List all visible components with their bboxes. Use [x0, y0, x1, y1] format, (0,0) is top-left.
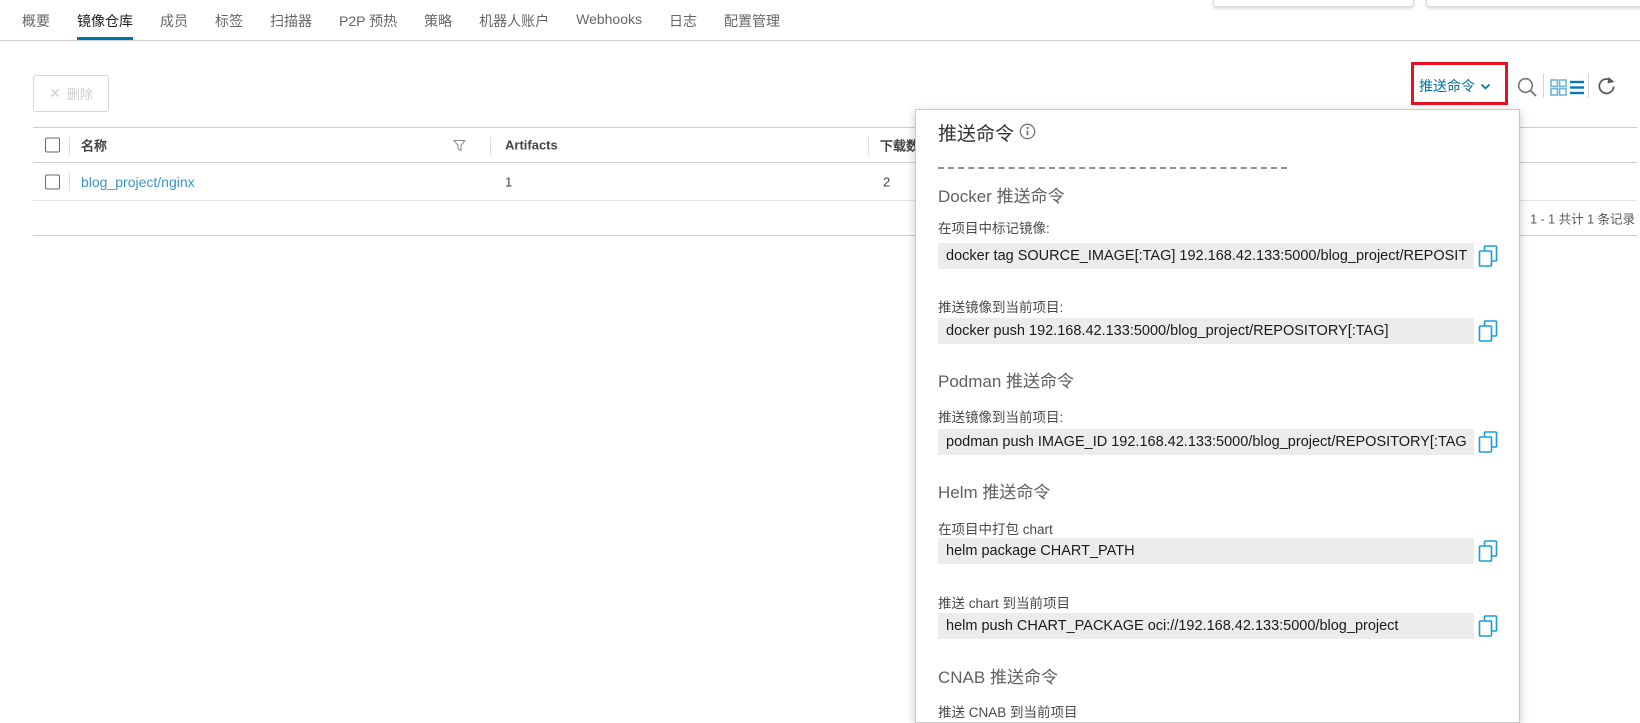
section-heading-docker: Docker 推送命令 [938, 182, 1065, 207]
tabbar-divider [0, 40, 1640, 41]
column-header-pulls[interactable]: 下载数 [880, 136, 919, 155]
search-icon[interactable] [1516, 76, 1539, 99]
tab-members[interactable]: 成员 [160, 11, 188, 40]
tab-scanner[interactable]: 扫描器 [270, 11, 312, 40]
copy-icon[interactable] [1478, 244, 1500, 268]
command-text: helm package CHART_PATH [938, 538, 1474, 564]
harbor-project-page: 概要 镜像仓库 成员 标签 扫描器 P2P 预热 策略 机器人账户 Webhoo… [0, 0, 1640, 723]
push-command-label: 推送命令 [1419, 76, 1475, 96]
row-checkbox[interactable] [45, 174, 60, 189]
command-text: docker push 192.168.42.133:5000/blog_pro… [938, 318, 1474, 344]
column-header-name[interactable]: 名称 [81, 136, 107, 155]
copy-icon[interactable] [1478, 614, 1500, 638]
delete-button-label: 删除 [67, 84, 93, 103]
command-text: podman push IMAGE_ID 192.168.42.133:5000… [938, 429, 1474, 455]
card-view-icon[interactable] [1550, 79, 1567, 96]
tab-policy[interactable]: 策略 [424, 11, 452, 40]
tab-configuration[interactable]: 配置管理 [724, 11, 780, 40]
list-view-icon[interactable] [1569, 79, 1585, 96]
close-icon: ✕ [49, 85, 61, 102]
filter-icon[interactable] [453, 139, 466, 152]
delete-button[interactable]: ✕ 删除 [33, 75, 109, 112]
tab-overview[interactable]: 概要 [22, 11, 50, 40]
command-label: 推送 CNAB 到当前项目 [938, 701, 1078, 721]
section-heading-podman: Podman 推送命令 [938, 367, 1074, 392]
partial-card-left [1213, 0, 1414, 7]
copy-icon[interactable] [1478, 319, 1500, 343]
push-command-panel: 推送命令 Docker 推送命令 在项目中标记镜像: docker tag SO… [915, 109, 1520, 723]
command-label: 推送镜像到当前项目: [938, 406, 1063, 426]
command-label: 推送 chart 到当前项目 [938, 592, 1070, 612]
project-tabs: 概要 镜像仓库 成员 标签 扫描器 P2P 预热 策略 机器人账户 Webhoo… [22, 11, 780, 40]
section-heading-cnab: CNAB 推送命令 [938, 663, 1058, 688]
refresh-icon[interactable] [1596, 76, 1617, 97]
copy-icon[interactable] [1478, 539, 1500, 563]
repository-link[interactable]: blog_project/nginx [81, 174, 195, 190]
command-label: 推送镜像到当前项目: [938, 296, 1063, 316]
panel-title: 推送命令 [938, 119, 1014, 146]
tab-repositories[interactable]: 镜像仓库 [77, 11, 133, 40]
command-label: 在项目中打包 chart [938, 518, 1053, 538]
toolbar-separator [1543, 74, 1544, 98]
chevron-down-icon [1480, 83, 1491, 90]
tab-webhooks[interactable]: Webhooks [576, 11, 642, 40]
artifacts-count: 1 [505, 174, 512, 189]
command-text: helm push CHART_PACKAGE oci://192.168.42… [938, 613, 1474, 639]
info-icon[interactable] [1019, 123, 1036, 140]
tab-robot-accounts[interactable]: 机器人账户 [479, 11, 549, 40]
tab-logs[interactable]: 日志 [669, 11, 697, 40]
pulls-count: 2 [883, 174, 890, 189]
column-header-artifacts[interactable]: Artifacts [505, 138, 558, 153]
select-all-checkbox[interactable] [45, 138, 60, 153]
dashed-divider [938, 167, 1287, 169]
tab-p2p-preheat[interactable]: P2P 预热 [339, 11, 397, 40]
section-heading-helm: Helm 推送命令 [938, 478, 1050, 503]
toolbar-separator [1588, 74, 1589, 98]
command-text: docker tag SOURCE_IMAGE[:TAG] 192.168.42… [938, 243, 1474, 269]
command-label: 在项目中标记镜像: [938, 217, 1050, 237]
partial-card-right [1426, 0, 1640, 7]
push-command-button[interactable]: 推送命令 [1419, 74, 1491, 98]
copy-icon[interactable] [1478, 430, 1500, 454]
pagination-summary: 1 - 1 共计 1 条记录 [1530, 209, 1635, 228]
tab-labels[interactable]: 标签 [215, 11, 243, 40]
